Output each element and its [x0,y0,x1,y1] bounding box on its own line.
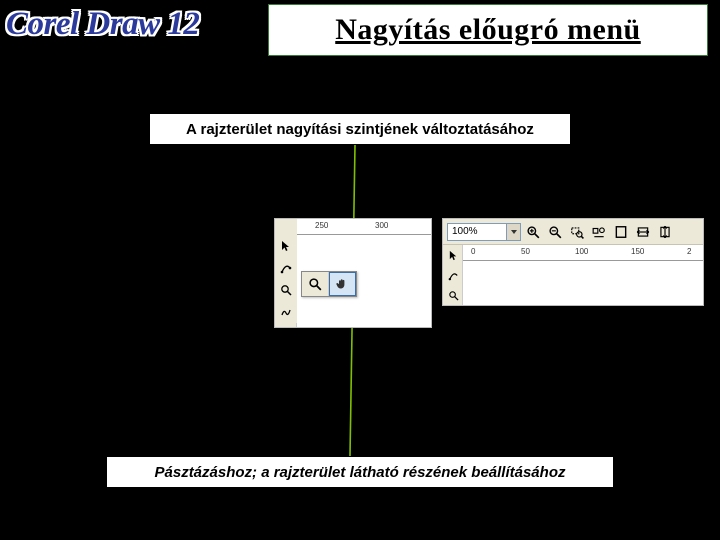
zoom-all-objects-icon[interactable] [589,222,609,242]
ruler-tick: 250 [315,221,328,230]
zoom-toolbar: 100% [443,219,703,245]
caption-bottom-box: Pásztázáshoz; a rajzterület látható rész… [106,456,614,488]
flyout-zoom-icon[interactable] [302,272,329,296]
screenshot-zoom-toolbar: 100% 0 50 100 150 2 [442,218,704,306]
ruler-tick: 50 [521,247,530,256]
pick-tool-icon[interactable] [275,235,297,257]
zoom-page-icon[interactable] [611,222,631,242]
slide-title-box: Nagyítás előugró menü [268,4,708,56]
zoom-tool-icon[interactable] [443,285,463,305]
zoom-level-value: 100% [452,226,478,237]
zoom-page-width-icon[interactable] [633,222,653,242]
zoom-tool-icon[interactable] [275,279,297,301]
slide-title: Nagyítás előugró menü [335,13,641,47]
ruler-tick: 300 [375,221,388,230]
freehand-tool-icon[interactable] [275,301,297,323]
ruler-tick: 2 [687,247,691,256]
drawing-canvas [463,261,703,305]
ruler-horizontal: 250 300 [297,219,431,235]
zoom-out-icon[interactable] [545,222,565,242]
ruler-horizontal: 0 50 100 150 2 [463,245,703,261]
shape-tool-icon[interactable] [275,257,297,279]
toolbox-column [443,245,463,305]
ruler-tick: 100 [575,247,588,256]
zoom-selection-icon[interactable] [567,222,587,242]
shape-tool-icon[interactable] [443,265,463,285]
flyout-hand-icon[interactable] [329,272,357,296]
ruler-tick: 0 [471,247,475,256]
zoom-page-height-icon[interactable] [655,222,675,242]
screenshot-toolbox-flyout: 250 300 [274,218,432,328]
caption-top-text: A rajzterület nagyítási szintjének válto… [186,121,534,138]
caption-top-box: A rajzterület nagyítási szintjének válto… [149,113,571,145]
zoom-level-combo[interactable]: 100% [447,223,521,241]
zoom-flyout [301,271,357,297]
ruler-tick: 150 [631,247,644,256]
app-logo: Corel Draw 12 [6,6,199,43]
caption-bottom-text: Pásztázáshoz; a rajzterület látható rész… [155,464,566,481]
chevron-down-icon[interactable] [506,224,520,240]
pick-tool-icon[interactable] [443,245,463,265]
toolbox-column [275,235,297,327]
zoom-in-icon[interactable] [523,222,543,242]
